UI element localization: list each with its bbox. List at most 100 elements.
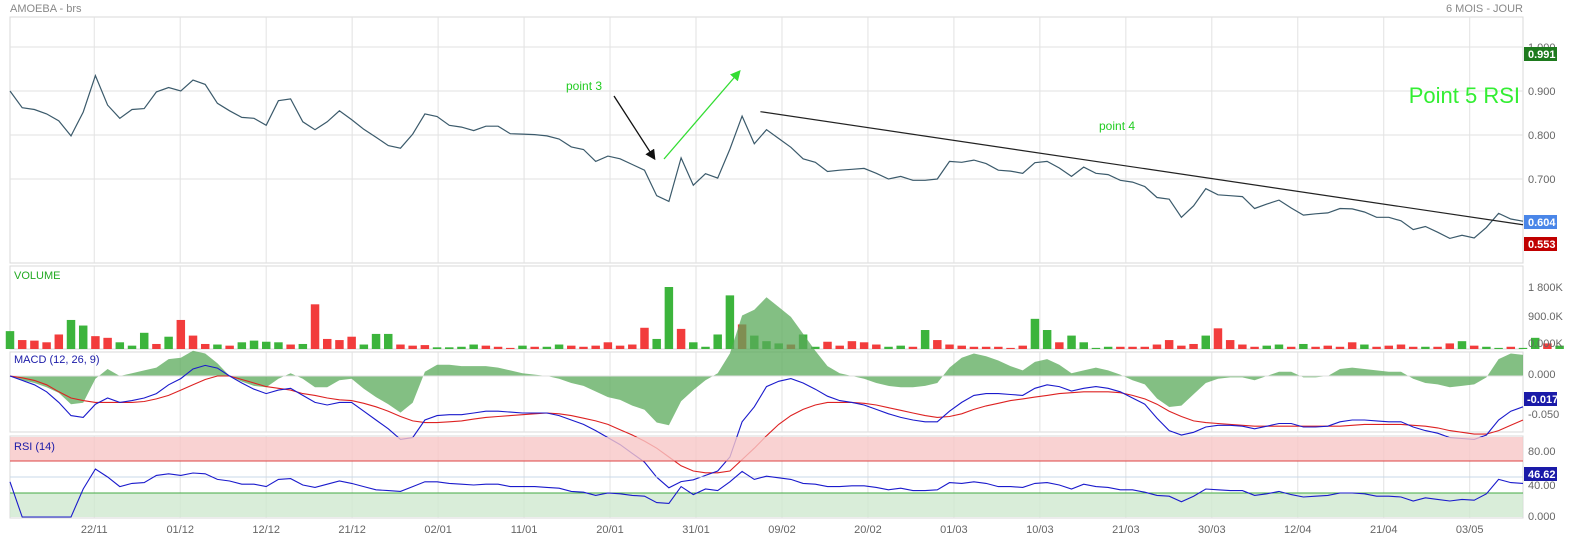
volume-bar [1091, 347, 1101, 349]
volume-bar [1177, 345, 1186, 349]
volume-bar [1445, 343, 1455, 349]
volume-bar [1116, 346, 1125, 349]
annotation-point-3: point 3 [566, 79, 602, 93]
volume-bar [1311, 346, 1320, 349]
rsi-overbought-zone [10, 437, 1523, 461]
volume-bar [1372, 346, 1381, 349]
volume-bar [872, 344, 881, 349]
x-tick-label: 21/04 [1370, 524, 1398, 536]
volume-bar [469, 344, 478, 349]
volume-bar [713, 334, 722, 349]
volume-bar [1213, 328, 1223, 349]
volume-bar [91, 336, 100, 349]
volume-bar [139, 332, 149, 349]
volume-bar [1225, 340, 1235, 349]
volume-bar [847, 341, 857, 349]
volume-bar [957, 345, 966, 349]
x-tick-label: 09/02 [768, 524, 796, 536]
volume-bar [408, 345, 417, 349]
x-tick-label: 01/03 [940, 524, 968, 536]
volume-bar [1079, 342, 1088, 349]
x-tick-label: 11/01 [511, 524, 538, 536]
volume-bar [969, 346, 979, 349]
volume-bar [1384, 345, 1394, 349]
volume-title: VOLUME [14, 270, 60, 282]
volume-bar [347, 336, 356, 349]
x-tick-label: 20/02 [854, 524, 882, 536]
volume-bar [994, 346, 1003, 349]
volume-bar [615, 345, 625, 349]
volume-bar [432, 347, 442, 349]
black-arrow [613, 95, 656, 161]
volume-bar [261, 341, 271, 349]
volume-bar [457, 346, 466, 349]
volume-bar [1140, 346, 1149, 349]
volume-bar [1042, 330, 1052, 349]
rsi-y-tick: 40.00 [1528, 480, 1556, 492]
price-badge-0.604: 0.604 [1528, 217, 1556, 229]
volume-bar [188, 335, 198, 349]
volume-bar [1067, 335, 1076, 349]
rsi-badge: 46.62 [1528, 469, 1556, 481]
volume-bar [981, 346, 991, 349]
x-tick-label: 30/03 [1198, 524, 1226, 536]
volume-bar [554, 344, 564, 349]
volume-bar [1164, 340, 1174, 349]
volume-bar [664, 287, 674, 349]
volume-bar [1152, 344, 1162, 349]
volume-bar [1335, 346, 1345, 349]
volume-bar [17, 340, 27, 349]
volume-bar [1482, 346, 1491, 349]
volume-bar [1018, 345, 1027, 349]
volume-bar [652, 338, 661, 349]
volume-bar [1055, 342, 1064, 349]
price-badge-0.553: 0.553 [1528, 239, 1556, 251]
macd-y-tick: -0.050 [1528, 409, 1559, 421]
volume-bar [54, 334, 64, 349]
volume-bar [237, 342, 247, 349]
volume-bar [676, 328, 686, 349]
x-tick-label: 12/04 [1284, 524, 1312, 536]
x-tick-label: 01/12 [166, 524, 194, 536]
rsi-y-tick: 0.000 [1528, 511, 1556, 523]
x-tick-label: 21/12 [338, 524, 366, 536]
green-arrow [663, 70, 741, 160]
volume-bar [689, 342, 698, 349]
volume-y-tick: 0.000K [1528, 338, 1564, 350]
volume-bar [908, 346, 918, 349]
volume-bar [1262, 345, 1272, 349]
price-y-tick: 0.700 [1528, 174, 1556, 186]
volume-bar [1360, 344, 1369, 349]
volume-bar [5, 331, 15, 349]
volume-bar [725, 295, 735, 349]
volume-bar [66, 319, 76, 349]
volume-bar [518, 345, 527, 349]
volume-bar [579, 346, 588, 349]
panel-frame-price [9, 16, 1524, 264]
volume-bar [1396, 344, 1406, 349]
x-tick-label: 12/12 [252, 524, 280, 536]
volume-bar [1421, 346, 1430, 349]
volume-bar [1433, 346, 1442, 349]
macd-badge: -0.017 [1527, 394, 1558, 406]
volume-bar [1030, 318, 1040, 349]
rsi-title: RSI (14) [14, 441, 55, 453]
volume-bar [1518, 347, 1528, 349]
volume-bar [371, 333, 381, 349]
volume-bar [1274, 344, 1284, 349]
volume-bar [1189, 343, 1198, 349]
rsi-y-tick: 80.00 [1528, 446, 1556, 458]
volume-bar [176, 319, 186, 349]
volume-bar [603, 342, 613, 349]
x-tick-label: 02/01 [424, 524, 452, 536]
volume-bar [884, 346, 893, 349]
volume-bar [859, 342, 869, 349]
volume-bar [1494, 347, 1503, 349]
volume-bar [1323, 345, 1333, 349]
macd-histogram [10, 297, 1523, 426]
trendline [760, 111, 1524, 226]
rsi-oversold-zone [10, 493, 1523, 517]
volume-bar [542, 346, 552, 349]
volume-bar [896, 345, 905, 349]
volume-bar [30, 340, 39, 349]
